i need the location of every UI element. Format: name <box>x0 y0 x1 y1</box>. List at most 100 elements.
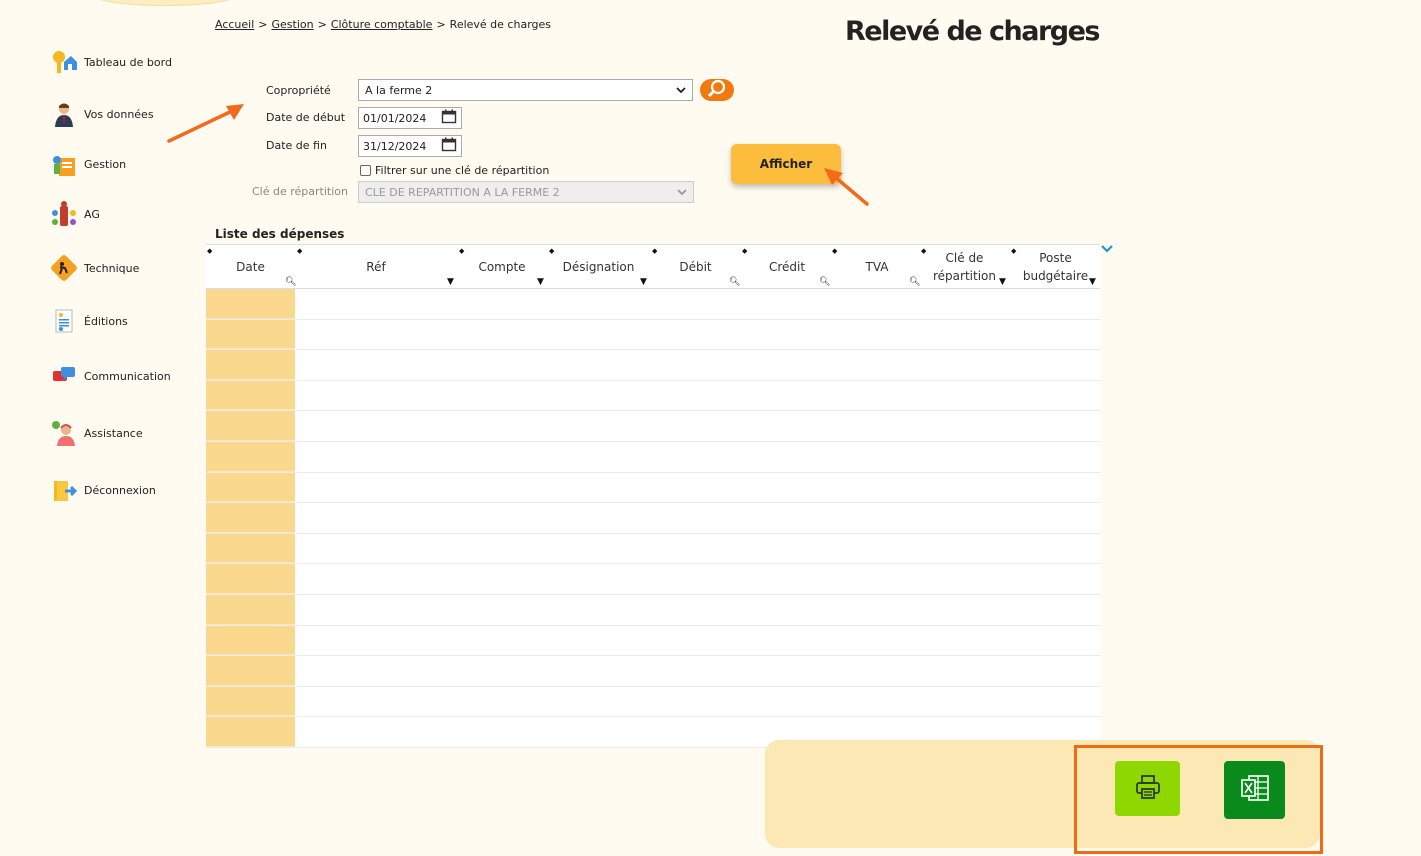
table-row[interactable] <box>206 533 1100 565</box>
sidebar-item-assistance[interactable]: Assistance <box>50 419 143 447</box>
table-row[interactable] <box>206 625 1100 657</box>
chevron-down-icon[interactable] <box>1100 243 1114 257</box>
support-icon <box>50 419 78 447</box>
copropriete-value: A la ferme 2 <box>365 83 433 97</box>
chevron-down-icon <box>676 84 686 97</box>
search-button[interactable] <box>700 79 734 101</box>
filter-cle-label[interactable]: Filtrer sur une clé de répartition <box>375 164 549 177</box>
page-title: Relevé de charges <box>845 16 1101 47</box>
search-icon[interactable]: 🔍︎ <box>909 277 920 287</box>
cle-repartition-value: CLE DE REPARTITION A LA FERME 2 <box>365 185 560 199</box>
column-label: Désignation <box>562 260 635 274</box>
date-fin-input[interactable]: 31/12/2024 <box>358 135 462 157</box>
column-header-designation[interactable]: Désignation <box>548 245 649 289</box>
sidebar-item-label: Communication <box>84 369 171 383</box>
filter-icon[interactable]: ▼ <box>537 277 544 287</box>
breadcrumb-current: Relevé de charges <box>449 18 552 31</box>
breadcrumb-link-cloture[interactable]: Clôture comptable <box>331 18 433 31</box>
sidebar-item-communication[interactable]: Communication <box>50 362 171 390</box>
breadcrumb: Accueil > Gestion > Clôture comptable > Relevé… <box>215 18 551 31</box>
filter-cle-row: Filtrer sur une clé de répartition <box>360 164 549 177</box>
column-header-cle[interactable]: Clé de répartition <box>922 245 1007 289</box>
user-icon <box>50 100 78 128</box>
filter-icon[interactable]: ▼ <box>999 277 1006 287</box>
management-icon <box>50 150 78 178</box>
sidebar-item-label: Assistance <box>84 426 143 440</box>
table-header: ◆ Date 🔍︎ ◆ Réf ▼ ◆ Compte ▼ ◆ Désignati… <box>206 244 1100 289</box>
table-row[interactable] <box>206 319 1100 351</box>
filter-cle-checkbox[interactable] <box>360 165 371 176</box>
afficher-button[interactable]: Afficher <box>731 144 841 184</box>
highlight-frame <box>1074 745 1323 854</box>
table-row[interactable] <box>206 289 1100 320</box>
breadcrumb-separator: > <box>436 18 446 31</box>
table-row[interactable] <box>206 380 1100 412</box>
dashboard-icon <box>50 48 78 76</box>
search-icon[interactable]: 🔍︎ <box>285 277 296 287</box>
date-debut-value: 01/01/2024 <box>363 111 427 125</box>
date-debut-input[interactable]: 01/01/2024 <box>358 107 462 129</box>
column-label: Compte <box>478 260 526 274</box>
sidebar-item-label: Éditions <box>84 314 128 328</box>
column-label: Poste budgétaire <box>1022 251 1089 283</box>
table-row[interactable] <box>206 594 1100 626</box>
column-header-date[interactable]: Date <box>206 245 295 289</box>
date-fin-label: Date de fin <box>266 139 327 152</box>
column-label: Réf <box>366 260 386 274</box>
excel-export-button[interactable] <box>1224 761 1285 819</box>
table-row[interactable] <box>206 686 1100 718</box>
filter-icon[interactable]: ▼ <box>1089 277 1096 287</box>
table-row[interactable] <box>206 350 1100 381</box>
table-row[interactable] <box>206 656 1100 687</box>
table-row[interactable] <box>206 441 1100 473</box>
date-cell <box>206 319 295 350</box>
date-cell <box>206 564 295 594</box>
column-label: Débit <box>679 260 712 274</box>
calendar-icon[interactable] <box>441 137 457 155</box>
search-icon <box>706 79 728 101</box>
search-icon[interactable]: 🔍︎ <box>729 277 740 287</box>
sidebar-item-gestion[interactable]: Gestion <box>50 150 126 178</box>
sidebar-item-label: Déconnexion <box>84 483 156 497</box>
date-cell <box>206 686 295 717</box>
column-header-poste[interactable]: Poste budgétaire <box>1011 245 1100 289</box>
sidebar-item-label: Technique <box>84 261 140 275</box>
date-debut-label: Date de début <box>266 111 346 124</box>
sidebar-item-technique[interactable]: Technique <box>50 254 139 282</box>
cle-repartition-select[interactable]: CLE DE REPARTITION A LA FERME 2 <box>358 181 694 203</box>
sidebar-item-editions[interactable]: Éditions <box>50 307 128 335</box>
excel-icon <box>1239 773 1271 807</box>
sidebar-item-label: Gestion <box>84 157 127 171</box>
date-cell <box>206 380 295 411</box>
sidebar-item-deconnexion[interactable]: Déconnexion <box>50 476 156 504</box>
sidebar-item-vos-donnees[interactable]: Vos données <box>50 100 154 128</box>
table-row[interactable] <box>206 472 1100 504</box>
logout-icon <box>50 476 78 504</box>
print-button[interactable] <box>1115 761 1180 816</box>
filter-icon[interactable]: ▼ <box>447 277 454 287</box>
search-icon[interactable]: 🔍︎ <box>819 277 830 287</box>
filter-icon[interactable]: ▼ <box>640 277 647 287</box>
column-label: Crédit <box>768 260 806 274</box>
table-row[interactable] <box>206 564 1100 595</box>
copropriete-select[interactable]: A la ferme 2 <box>358 79 693 101</box>
sidebar-item-ag[interactable]: AG <box>50 200 100 228</box>
date-cell <box>206 350 295 380</box>
meeting-icon <box>50 200 78 228</box>
chevron-down-icon <box>677 186 687 199</box>
table-row[interactable] <box>206 411 1100 442</box>
column-header-compte[interactable]: Compte <box>456 245 548 289</box>
date-cell <box>206 533 295 564</box>
breadcrumb-link-accueil[interactable]: Accueil <box>215 18 254 31</box>
breadcrumb-separator: > <box>317 18 327 31</box>
breadcrumb-separator: > <box>258 18 268 31</box>
breadcrumb-link-gestion[interactable]: Gestion <box>272 18 314 31</box>
column-header-ref[interactable]: Réf <box>296 245 456 289</box>
date-cell <box>206 503 295 533</box>
date-cell <box>206 472 295 503</box>
table-row[interactable] <box>206 503 1100 534</box>
sidebar-item-label: Vos données <box>84 107 154 121</box>
printer-icon <box>1134 773 1162 805</box>
sidebar-item-dashboard[interactable]: Tableau de bord <box>50 48 172 76</box>
calendar-icon[interactable] <box>441 109 457 127</box>
